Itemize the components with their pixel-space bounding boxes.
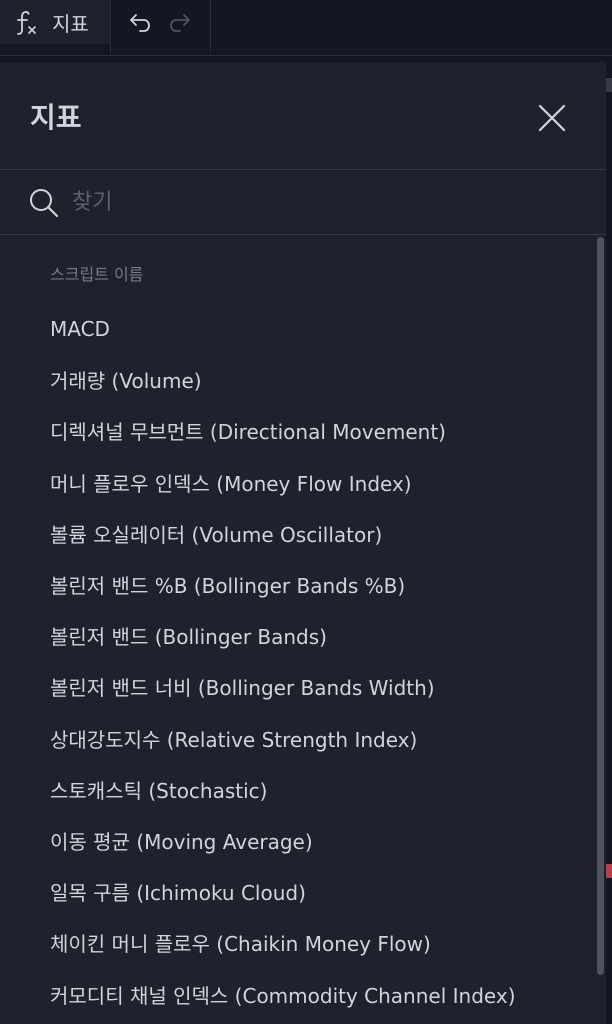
list-item[interactable]: 볼륨 오실레이터 (Volume Oscillator) bbox=[0, 508, 595, 559]
toolbar-divider bbox=[110, 0, 111, 54]
list-item[interactable]: MACD bbox=[0, 303, 595, 354]
list-items: MACD 거래량 (Volume) 디렉셔널 무브먼트 (Directional… bbox=[0, 303, 595, 1020]
close-icon[interactable] bbox=[534, 100, 570, 136]
search-input[interactable] bbox=[72, 184, 572, 220]
list-item[interactable]: 체이킨 머니 플로우 (Chaikin Money Flow) bbox=[0, 917, 595, 968]
dialog-title: 지표 bbox=[30, 101, 82, 134]
toolbar-divider bbox=[210, 0, 211, 54]
dialog-header: 지표 bbox=[0, 62, 606, 170]
list-item[interactable]: 디렉셔널 무브먼트 (Directional Movement) bbox=[0, 405, 595, 456]
chart-edge-mark bbox=[606, 78, 612, 92]
indicators-button[interactable]: 지표 bbox=[0, 0, 110, 44]
list-item[interactable]: 스토캐스틱 (Stochastic) bbox=[0, 764, 595, 815]
section-label: 스크립트 이름 bbox=[50, 265, 144, 284]
indicators-label: 지표 bbox=[52, 11, 89, 36]
chart-edge bbox=[606, 56, 612, 1024]
list-item[interactable]: 거래량 (Volume) bbox=[0, 354, 595, 405]
indicators-dialog: 지표 스크립트 이름 MACD 거래량 (Volume) 디렉셔널 무브먼트 (… bbox=[0, 62, 606, 1024]
list-item[interactable]: 볼린저 밴드 너비 (Bollinger Bands Width) bbox=[0, 661, 595, 712]
list-item[interactable]: 볼린저 밴드 %B (Bollinger Bands %B) bbox=[0, 559, 595, 610]
fx-icon bbox=[17, 11, 36, 35]
chart-edge-mark bbox=[606, 864, 612, 878]
search-row bbox=[0, 170, 606, 235]
list-item[interactable]: 일목 구름 (Ichimoku Cloud) bbox=[0, 866, 595, 917]
list-item[interactable]: 머니 플로우 인덱스 (Money Flow Index) bbox=[0, 457, 595, 508]
list-item[interactable]: 볼린저 밴드 (Bollinger Bands) bbox=[0, 610, 595, 661]
list-item[interactable]: 이동 평균 (Moving Average) bbox=[0, 815, 595, 866]
list-item[interactable]: 상대강도지수 (Relative Strength Index) bbox=[0, 713, 595, 764]
indicator-list: 스크립트 이름 MACD 거래량 (Volume) 디렉셔널 무브먼트 (Dir… bbox=[0, 235, 606, 1023]
redo-icon[interactable] bbox=[168, 10, 196, 38]
top-toolbar: 지표 bbox=[0, 0, 612, 56]
scrollbar[interactable] bbox=[597, 237, 604, 975]
undo-icon[interactable] bbox=[124, 10, 152, 38]
search-icon bbox=[30, 189, 59, 218]
list-item[interactable]: 커모디티 채널 인덱스 (Commodity Channel Index) bbox=[0, 968, 595, 1019]
